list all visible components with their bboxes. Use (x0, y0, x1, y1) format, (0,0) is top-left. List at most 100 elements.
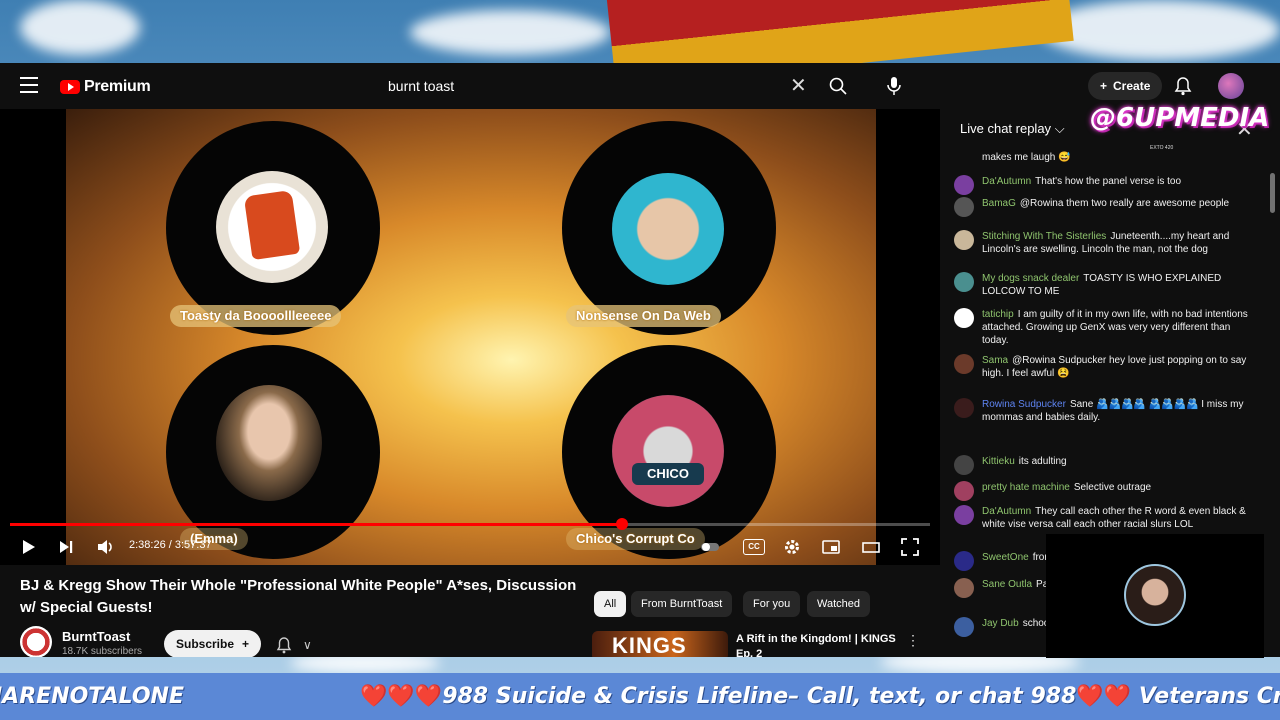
chico-label: CHICO (632, 463, 704, 485)
chat-message: Sama @Rowina Sudpucker hey love just popp… (954, 354, 1254, 380)
chat-message: Stitching With The Sisterlies Juneteenth.… (954, 230, 1254, 256)
progress-scrubber[interactable] (615, 518, 628, 530)
chat-message: Rowina Sudpucker Sane 🫂🫂🫂🫂 🫂🫂🫂🫂 I miss my… (954, 398, 1254, 424)
chip-watched[interactable]: Watched (807, 591, 871, 617)
microphone-icon[interactable] (886, 76, 902, 96)
chat-avatar[interactable] (954, 481, 974, 501)
chip-for-you[interactable]: For you (743, 591, 801, 617)
chat-author[interactable]: SweetOne (982, 552, 1029, 563)
chat-avatar[interactable] (954, 505, 974, 525)
chevron-down-icon: ⌵ (1054, 121, 1065, 136)
youtube-logo[interactable]: Premium (60, 78, 151, 96)
chat-avatar[interactable] (954, 308, 974, 328)
chat-avatar[interactable] (954, 455, 974, 475)
streamer-webcam (1046, 534, 1264, 658)
menu-icon[interactable] (20, 77, 38, 93)
chip-all[interactable]: All (594, 591, 627, 617)
ticker-left-text: JARENOTALONE (0, 684, 184, 709)
chat-avatar[interactable] (954, 354, 974, 374)
chip-from-channel[interactable]: From BurntToast (631, 591, 733, 617)
chat-message: pretty hate machine Selective outrage (954, 481, 1254, 501)
volume-icon[interactable] (95, 537, 115, 557)
play-icon[interactable] (18, 537, 38, 557)
chat-avatar[interactable] (954, 197, 974, 217)
search-icon[interactable] (828, 76, 848, 96)
channel-avatar[interactable] (20, 626, 52, 657)
cloud (20, 0, 140, 55)
participant-name: Nonsense On Da Web (566, 305, 721, 327)
chat-message-body: Kittieku its adulting (982, 455, 1067, 475)
chevron-down-icon[interactable]: ∨ (303, 638, 312, 652)
recommended-title[interactable]: A Rift in the Kingdom! | KINGS Ep. 2 (736, 632, 896, 657)
chat-message-body: Rowina Sudpucker Sane 🫂🫂🫂🫂 🫂🫂🫂🫂 I miss my… (982, 398, 1254, 424)
recommended-thumbnail[interactable]: KINGS (592, 631, 728, 657)
chat-author[interactable]: Sama (982, 355, 1008, 366)
chat-scrollbar[interactable] (1270, 173, 1275, 213)
chat-author[interactable]: Stitching With The Sisterlies (982, 231, 1106, 242)
notifications-bell-icon[interactable] (1174, 76, 1192, 96)
chat-message-body: Sama @Rowina Sudpucker hey love just popp… (982, 354, 1254, 380)
subscribe-button[interactable]: Subscribe + (164, 630, 262, 657)
chat-header[interactable]: Live chat replay ⌵ (960, 121, 1065, 137)
search-input[interactable]: burnt toast (376, 73, 816, 99)
heart-icons: ❤️❤️ (1076, 684, 1132, 709)
chat-text: its adulting (1018, 456, 1067, 467)
participant-disc: CHICO (562, 345, 776, 559)
captions-icon[interactable]: CC (743, 539, 765, 555)
channel-name[interactable]: BurntToast (62, 629, 130, 644)
participant-name: Chico's Corrupt Co (566, 528, 705, 550)
create-button[interactable]: + Create (1088, 72, 1163, 100)
chat-message: makes me laugh 😅 (954, 151, 1254, 164)
chat-avatar[interactable] (954, 551, 974, 571)
chat-text: That's how the panel verse is too (1035, 176, 1182, 187)
chat-avatar[interactable] (954, 398, 974, 418)
fullscreen-icon[interactable] (900, 537, 920, 557)
heart-icons: ❤️❤️❤️ (360, 684, 443, 709)
chat-avatar[interactable] (954, 230, 974, 250)
participant-disc (166, 121, 380, 335)
clear-search-icon[interactable]: ✕ (790, 76, 807, 96)
streamer-face (1124, 564, 1186, 626)
chat-avatar[interactable] (954, 578, 974, 598)
participant-name: Toasty da Boooollleeeee (170, 305, 342, 327)
plus-icon: + (1100, 79, 1108, 93)
chat-author[interactable]: My dogs snack dealer (982, 273, 1079, 284)
chat-author[interactable]: BamaG (982, 198, 1016, 209)
chat-message-body: tatichip I am guilty of it in my own life… (982, 308, 1254, 347)
chat-message-body: BamaG @Rowina them two really are awesome… (982, 197, 1229, 217)
account-avatar[interactable] (1218, 73, 1244, 99)
stream-stage: Toasty da Boooollleeeee Nonsense On Da W… (66, 109, 876, 565)
subscribe-label: Subscribe (176, 637, 235, 651)
chat-author[interactable]: Da'Autumn (982, 176, 1031, 187)
chat-author[interactable]: Rowina Sudpucker (982, 399, 1066, 410)
chat-message-body: Da'Autumn They call each other the R word… (982, 505, 1254, 531)
chat-author[interactable]: pretty hate machine (982, 482, 1070, 493)
miniplayer-icon[interactable] (821, 537, 841, 557)
settings-gear-icon[interactable] (782, 537, 802, 557)
chat-message: BamaG @Rowina them two really are awesome… (954, 197, 1254, 217)
channel-bell-icon[interactable] (276, 636, 292, 654)
video-player[interactable]: Toasty da Boooollleeeee Nonsense On Da W… (0, 109, 940, 565)
chat-message: My dogs snack dealer TOASTY IS WHO EXPLAI… (954, 272, 1254, 298)
top-bar: Premium burnt toast ✕ + Create (0, 63, 1280, 109)
chat-author[interactable]: tatichip (982, 309, 1014, 320)
chat-avatar[interactable] (954, 272, 974, 292)
chat-author[interactable]: Jay Dub (982, 618, 1019, 629)
time-display: 2:38:26 / 3:57:37 (129, 539, 212, 551)
autoplay-toggle-icon[interactable] (700, 537, 720, 557)
subscriber-count: 18.7K subscribers (62, 646, 143, 657)
more-options-icon[interactable]: ⋮ (906, 632, 920, 649)
chat-text: I am guilty of it in my own life, with n… (982, 309, 1248, 346)
theater-mode-icon[interactable] (861, 537, 881, 557)
chat-author[interactable]: Da'Autumn (982, 506, 1031, 517)
chat-text: makes me laugh 😅 (982, 152, 1071, 163)
next-icon[interactable] (56, 537, 76, 557)
youtube-play-icon (60, 80, 80, 94)
chat-avatar[interactable] (954, 617, 974, 637)
progress-bar[interactable] (10, 518, 930, 530)
chat-avatar[interactable] (954, 175, 974, 195)
progress-played (10, 523, 622, 526)
chat-message-body: pretty hate machine Selective outrage (982, 481, 1151, 501)
chat-author[interactable]: Kittieku (982, 456, 1015, 467)
chat-author[interactable]: Sane Outla (982, 579, 1032, 590)
